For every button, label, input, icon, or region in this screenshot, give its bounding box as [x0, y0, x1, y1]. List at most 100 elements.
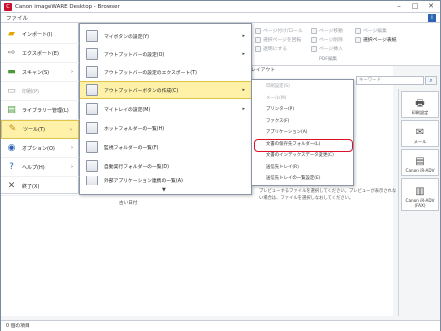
tray-icon	[86, 103, 98, 115]
menu3-item-tray-list-settings[interactable]: 送信先トレイの一覧設定(E)	[252, 173, 353, 185]
nav-item-options[interactable]: ◉ オプション(O) ›	[1, 139, 79, 158]
submenu-item-outputbar-settings[interactable]: アウトプットバーの設定(O) ▸	[80, 45, 251, 63]
ribbon-transparent-button[interactable]: 透明にする	[255, 45, 287, 52]
nav-item-export[interactable]: ⇨ エクスポート(E)	[1, 44, 79, 63]
menu3-item-printer[interactable]: プリンター(P)	[252, 104, 353, 116]
menu3-item-mail: メール(M)	[266, 95, 287, 101]
library-icon: ▤	[7, 104, 16, 115]
output-button-label: メール	[413, 139, 427, 144]
submenu-item-hotfolder-list[interactable]: ホットフォルダーの一覧(H)	[80, 119, 251, 137]
rotate-icon	[255, 36, 261, 43]
layout-label: レイアウト	[251, 68, 275, 73]
ribbon-item-label: ページ削除	[319, 38, 343, 43]
mybutton-icon	[86, 30, 98, 42]
menu3-item-print-settings: 印刷設定(S)	[266, 84, 290, 89]
move-icon	[311, 27, 317, 34]
outputbar-create-submenu: 印刷設定(S) メール(M) プリンター(P) ファクス(F) アプリケーション…	[251, 79, 354, 186]
submenu-item-label: 外部アプリケーション連携の一覧(A)	[104, 179, 183, 184]
submenu-item-outputbar-create[interactable]: アウトプットバーボタンの作成(C) ▸	[80, 81, 251, 99]
nav-item-label: スキャン(S)	[22, 69, 50, 76]
folder-icon: ▰	[8, 28, 15, 39]
maximize-button[interactable]: □	[408, 2, 422, 11]
ribbon-item-label: 選択ページ表紙	[363, 38, 397, 43]
search-input[interactable]: キーワード	[356, 76, 424, 85]
page-icon	[255, 27, 261, 34]
hotfolder-icon	[86, 122, 98, 134]
ribbon-page-edit-button[interactable]: ページ編集	[355, 27, 387, 34]
app-logo-icon: C	[4, 2, 12, 11]
autorun-icon	[86, 160, 98, 172]
nav-item-label: ツール(T)	[23, 127, 45, 133]
output-print-settings-button[interactable]: 🖶 印刷設定	[401, 91, 439, 118]
window-title: Canon imageWARE Desktop - Browser	[15, 3, 120, 10]
submenu-item-label: マイトレイの設定(M)	[104, 107, 151, 113]
nav-item-library[interactable]: ▤ ライブラリー管理(L)	[1, 101, 79, 120]
nav-item-exit[interactable]: ✕ 終了(X)	[1, 177, 79, 196]
submenu-item-mybutton-settings[interactable]: マイボタンの設定(Y) ▸	[80, 27, 251, 45]
submenu-item-outputbar-export[interactable]: アウトプットバーの設定のエクスポート(T)	[80, 63, 251, 81]
menu3-item-fax[interactable]: ファクス(F)	[252, 116, 353, 128]
tools-icon: ✎	[8, 124, 17, 134]
nav-item-help[interactable]: ? ヘルプ(H) ›	[1, 158, 79, 177]
nav-item-print[interactable]: ▭ 印刷(P)	[1, 82, 79, 101]
nav-item-label: ライブラリー管理(L)	[22, 107, 69, 114]
nav-item-tools[interactable]: ✎ ツール(T) ›	[1, 120, 79, 139]
chevron-right-icon: ▸	[242, 106, 245, 112]
nav-item-label: インポート(I)	[22, 31, 53, 38]
ribbon-page-move-button[interactable]: ページ移動	[311, 27, 343, 34]
output-button-label: 印刷設定	[411, 110, 429, 115]
nav-item-scan[interactable]: ▬ スキャン(S) ›	[1, 63, 79, 82]
submenu-item-label: アウトプットバーの設定のエクスポート(T)	[104, 70, 197, 76]
scroll-down-icon[interactable]: ▼	[162, 187, 166, 193]
ribbon-page-delete-button[interactable]: ページ削除	[311, 36, 343, 43]
ribbon-group-label: PDF編集	[319, 57, 338, 62]
nav-item-label: ヘルプ(H)	[22, 164, 45, 171]
application-window: C Canon imageWARE Desktop - Browser – □ …	[0, 0, 441, 331]
chevron-right-icon: ›	[71, 145, 73, 151]
menu-bar: ファイル i	[1, 13, 440, 23]
folder-tree-area	[1, 193, 251, 316]
mail-icon: ✉	[415, 127, 425, 138]
tree-item[interactable]: 古い日付	[119, 200, 137, 206]
submenu-item-watchfolder-list[interactable]: 監視フォルダーの一覧(F)	[80, 138, 251, 156]
chevron-right-icon: ▸	[242, 51, 245, 57]
output-canon-iradv-fax-button[interactable]: ▥ Canon iR-ADV (FAX)	[401, 178, 439, 211]
output-mail-button[interactable]: ✉ メール	[401, 120, 439, 147]
submenu-item-external-app-list[interactable]: 外部アプリケーション連携の一覧(A)	[80, 176, 251, 185]
submenu-item-mytray-settings[interactable]: マイトレイの設定(M) ▸	[80, 100, 251, 118]
nav-item-import[interactable]: ▰ インポート(I)	[1, 25, 79, 44]
output-button-label: Canon iR-ADV (FAX)	[405, 198, 435, 208]
menu3-item-index-change[interactable]: 文書のインデックスデータ変更(C)	[252, 150, 353, 162]
submenu-item-autorun-list[interactable]: 自動実行フォルダーの一覧(D)	[80, 157, 251, 175]
watchfolder-icon	[86, 141, 98, 153]
menu3-item-send-tray[interactable]: 送信先トレイ(R)	[252, 162, 353, 174]
ribbon-page-rotate-button[interactable]: ページ付け/ロール	[255, 27, 303, 34]
insert-icon	[311, 45, 317, 52]
nav-item-label: オプション(O)	[22, 145, 55, 152]
edit-icon	[355, 27, 361, 34]
help-info-icon[interactable]: i	[428, 14, 436, 22]
ribbon-page-insert-button[interactable]: ページ挿入	[311, 45, 343, 52]
transparent-icon	[255, 45, 261, 52]
nav-item-label: 印刷(P)	[22, 88, 39, 95]
search-icon[interactable]: ⌕	[425, 76, 437, 85]
submenu-item-label: マイボタンの設定(Y)	[104, 34, 150, 40]
submenu-item-label: アウトプットバーの設定(O)	[104, 52, 165, 58]
menu-file[interactable]: ファイル	[6, 14, 28, 22]
close-icon: ✕	[7, 180, 16, 191]
ribbon-item-label: ページ挿入	[319, 47, 343, 52]
options-icon: ◉	[7, 142, 16, 153]
close-window-button[interactable]: ✕	[424, 2, 438, 11]
ribbon-select-cover-button[interactable]: 選択ページ表紙	[355, 36, 396, 43]
menu3-item-save-folder[interactable]: 文書の保存先フォルダー(L)	[252, 138, 353, 151]
chevron-right-icon: ›	[71, 164, 73, 170]
external-app-icon	[86, 176, 98, 185]
chevron-right-icon: ▸	[242, 87, 245, 93]
submenu-item-label: ホットフォルダーの一覧(H)	[104, 126, 165, 132]
menu3-item-application[interactable]: アプリケーション(A)	[252, 127, 353, 139]
submenu-item-label: 監視フォルダーの一覧(F)	[104, 145, 159, 151]
minimize-button[interactable]: –	[392, 2, 406, 11]
printer-icon: ▭	[7, 85, 16, 96]
ribbon-rotate-selected-button[interactable]: 選択ページを回転	[255, 36, 301, 43]
output-canon-iradv-button[interactable]: ▤ Canon iR-ADV	[401, 149, 439, 176]
